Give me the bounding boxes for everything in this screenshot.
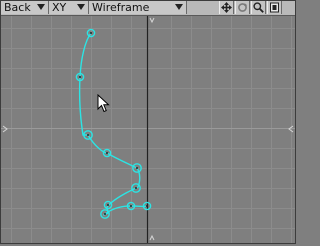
- magnifier-icon: [253, 2, 264, 13]
- axis-dropdown[interactable]: XY: [49, 1, 89, 14]
- axis-marker-bottom: [149, 234, 155, 241]
- chevron-down-icon: [37, 4, 45, 10]
- maximize-view-button[interactable]: [267, 1, 282, 14]
- view-dropdown-label: Back: [4, 1, 31, 14]
- chevron-down-icon: [175, 4, 183, 10]
- curve-point-center: [146, 205, 148, 207]
- move-arrows-icon: [221, 2, 232, 13]
- mouse-pointer-icon: [97, 94, 110, 113]
- render-mode-label: Wireframe: [92, 1, 150, 14]
- grid-svg: [1, 16, 295, 243]
- curve-point-center: [136, 167, 138, 169]
- curve-point-center: [90, 32, 92, 34]
- move-view-button[interactable]: [219, 1, 234, 14]
- curve-point-center: [135, 187, 137, 189]
- curve-point-center: [87, 134, 89, 136]
- axis-marker-top: [149, 17, 155, 24]
- curve-point-center: [106, 152, 108, 154]
- zoom-view-button[interactable]: [251, 1, 266, 14]
- curve-point-center: [104, 213, 106, 215]
- axis-dropdown-label: XY: [52, 1, 67, 14]
- viewport-window: Back XY Wireframe: [0, 0, 296, 244]
- curve-point-center: [107, 204, 109, 206]
- rotate-icon: [238, 3, 248, 12]
- viewport-canvas[interactable]: [1, 16, 295, 243]
- rotate-view-button[interactable]: [235, 1, 250, 14]
- view-dropdown[interactable]: Back: [1, 1, 49, 14]
- curve-point-center: [130, 205, 132, 207]
- curve-point-center: [79, 76, 81, 78]
- maximize-icon: [270, 2, 279, 13]
- chevron-down-icon: [77, 4, 85, 10]
- viewport-toolbar: Back XY Wireframe: [1, 1, 295, 16]
- render-mode-dropdown[interactable]: Wireframe: [89, 1, 187, 14]
- curve-points: [75, 28, 152, 219]
